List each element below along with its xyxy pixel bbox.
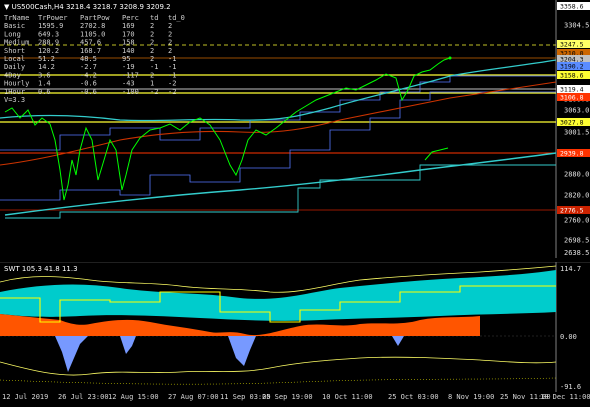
table-cell: 1.4 xyxy=(38,80,51,88)
price-tag-label: 3158.6 xyxy=(560,72,584,80)
table-cell: -2 xyxy=(150,88,158,96)
table-cell: -100 xyxy=(122,88,139,96)
oscillator-panel[interactable]: SWT 105.3 41.8 11.3 114.7 0.00 -91.6 xyxy=(0,262,590,392)
price-current-marker xyxy=(448,56,452,60)
table-cell: -2.7 xyxy=(80,63,97,71)
table-cell: Short xyxy=(4,47,25,55)
table-cell: -2 xyxy=(168,80,176,88)
table-cell: 1 xyxy=(150,80,154,88)
table-cell: -0.6 xyxy=(80,80,97,88)
table-cell: 14.2 xyxy=(38,63,55,71)
table-cell: -0.6 xyxy=(80,88,97,96)
price-tag-label: 3190.2 xyxy=(560,63,584,71)
table-cell: 2 xyxy=(150,30,154,38)
table-cell: 2 xyxy=(150,71,154,79)
table-header-cell: td xyxy=(150,14,158,22)
chart-title: ▼ US500Cash,H4 3218.4 3218.7 3208.9 3209… xyxy=(4,3,171,11)
table-cell: 1595.9 xyxy=(38,22,63,30)
table-cell: Hourly xyxy=(4,80,29,88)
table-cell: -1 xyxy=(168,71,176,79)
table-cell: -43 xyxy=(122,80,135,88)
table-cell: 3.6 xyxy=(38,71,51,79)
price-axis-label: 3304.5 xyxy=(564,22,589,30)
table-cell: 2 xyxy=(150,22,154,30)
table-cell: -1 xyxy=(168,63,176,71)
table-cell: 0.6 xyxy=(38,88,51,96)
table-cell: 158 xyxy=(122,39,135,47)
table-cell: 48.5 xyxy=(80,55,97,63)
table-cell: Basic xyxy=(4,22,25,30)
table-cell: 168.7 xyxy=(80,47,101,55)
table-cell: 2 xyxy=(168,39,172,47)
table-cell: -1 xyxy=(168,55,176,63)
table-header-cell: TrName xyxy=(4,14,29,22)
time-axis-label: 12 Jul 2019 xyxy=(2,393,49,401)
table-cell: -19 xyxy=(122,63,135,71)
price-axis-label: 2880.0 xyxy=(564,171,589,179)
table-cell: 140 xyxy=(122,47,135,55)
price-tag-label: 3247.5 xyxy=(560,41,584,49)
table-cell: 51.2 xyxy=(38,55,55,63)
table-cell: -2 xyxy=(168,88,176,96)
table-header-cell: Perc xyxy=(122,14,139,22)
price-tag-label: 3027.8 xyxy=(560,119,584,127)
table-cell: -4.2 xyxy=(80,71,97,79)
table-header-cell: TrPower xyxy=(38,14,68,22)
oscillator-label: SWT 105.3 41.8 11.3 xyxy=(4,265,78,273)
table-cell: 2 xyxy=(168,22,172,30)
osc-axis-zero: 0.00 xyxy=(560,333,577,341)
table-cell: 288.9 xyxy=(38,39,59,47)
table-cell: 2 xyxy=(168,30,172,38)
table-cell: 2 xyxy=(150,47,154,55)
price-axis-label: 2638.5 xyxy=(564,249,589,257)
table-cell: 1105.0 xyxy=(80,30,105,38)
table-cell: Daily xyxy=(4,63,25,71)
price-tag-label: 2939.8 xyxy=(560,150,584,158)
table-cell: 649.3 xyxy=(38,30,59,38)
table-cell: 2 xyxy=(168,47,172,55)
time-axis-label: 27 Aug 07:00 xyxy=(168,393,219,401)
table-header-cell: PartPow xyxy=(80,14,110,22)
table-cell: Medium xyxy=(4,39,29,47)
price-chart[interactable]: ▼ US500Cash,H4 3218.4 3218.7 3208.9 3209… xyxy=(0,0,590,258)
table-cell: 2702.8 xyxy=(80,22,105,30)
table-cell: 2 xyxy=(150,39,154,47)
time-axis-label: 12 Aug 15:00 xyxy=(108,393,159,401)
table-version: V=3.3 xyxy=(4,96,25,104)
table-header-cell: td_0 xyxy=(168,14,185,22)
price-axis-label: 3063.0 xyxy=(564,107,589,115)
table-cell: 4Day xyxy=(4,71,21,79)
table-cell: 169 xyxy=(122,22,135,30)
table-cell: 95 xyxy=(122,55,130,63)
time-axis-label: 10 Dec 11:00 xyxy=(540,393,590,401)
table-cell: 120.2 xyxy=(38,47,59,55)
time-axis-label: 25 Oct 03:00 xyxy=(388,393,439,401)
table-cell: 170 xyxy=(122,30,135,38)
price-axis-label: 2820.0 xyxy=(564,192,589,200)
table-cell: -1 xyxy=(150,63,158,71)
time-axis: 12 Jul 2019 26 Jul 23:00 12 Aug 15:00 27 Au… xyxy=(0,392,590,407)
price-tag-label: 3358.6 xyxy=(560,3,584,11)
price-tag-label: 2776.5 xyxy=(560,207,584,215)
price-tag-label: 3106.8 xyxy=(560,94,584,102)
osc-axis-min: -91.6 xyxy=(560,383,581,391)
osc-axis-max: 114.7 xyxy=(560,265,581,273)
price-axis-label: 2760.0 xyxy=(564,217,589,225)
time-axis-label: 26 Jul 23:00 xyxy=(58,393,109,401)
time-axis-label: 8 Nov 19:00 xyxy=(448,393,495,401)
price-axis-label: 2698.5 xyxy=(564,237,589,245)
table-cell: 457.6 xyxy=(80,39,101,47)
table-cell: 2 xyxy=(150,55,154,63)
table-cell: Local xyxy=(4,55,25,63)
price-tag-label: 3119.4 xyxy=(560,86,584,94)
time-axis-label: 10 Oct 11:00 xyxy=(322,393,373,401)
time-axis-label: 25 Sep 19:00 xyxy=(262,393,313,401)
price-axis-label: 3001.5 xyxy=(564,129,589,137)
table-cell: -117 xyxy=(122,71,139,79)
table-cell: Long xyxy=(4,30,21,38)
table-cell: 1Hour xyxy=(4,88,25,96)
